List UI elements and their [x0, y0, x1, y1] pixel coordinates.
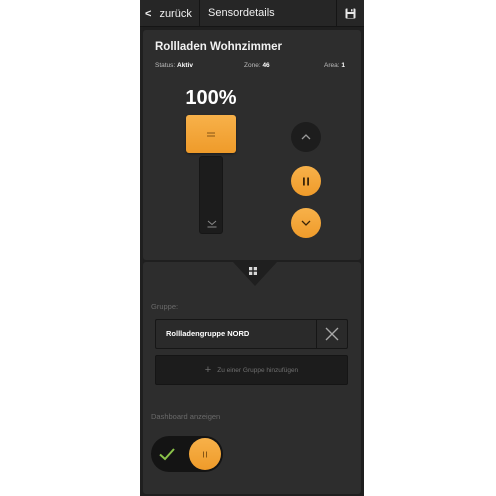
grip-icon	[207, 132, 215, 136]
group-name: Rollladengruppe NORD	[166, 329, 250, 338]
group-entry: Rollladengruppe NORD	[155, 319, 348, 349]
add-to-group-button[interactable]: + Zu einer Gruppe hinzufügen	[155, 355, 348, 385]
shutter-slider-track[interactable]	[199, 156, 223, 234]
checkmark-icon	[159, 448, 175, 461]
status-value: Aktiv	[177, 62, 193, 69]
back-button[interactable]: < zurück	[140, 0, 200, 27]
chevron-left-icon: <	[145, 7, 152, 20]
page-title: Sensordetails	[208, 7, 275, 19]
toggle-knob[interactable]	[189, 438, 221, 470]
position-percent: 100%	[185, 87, 237, 109]
device-name: Rollladen Wohnzimmer	[155, 41, 282, 53]
device-control-card: Rollladen Wohnzimmer Status: Aktiv Zone:…	[143, 30, 361, 260]
back-label: zurück	[159, 7, 192, 20]
zone-info: Zone: 46	[244, 62, 270, 69]
shutter-down-button[interactable]	[291, 208, 321, 238]
floppy-disk-icon	[345, 8, 356, 19]
grip-icon	[203, 451, 207, 457]
dashboard-toggle[interactable]	[151, 436, 223, 472]
add-to-group-label: Zu einer Gruppe hinzufügen	[217, 366, 299, 374]
device-settings-card: Gruppe: Rollladengruppe NORD + Zu einer …	[143, 262, 361, 494]
close-icon	[325, 327, 339, 341]
shutter-slider-handle[interactable]	[186, 115, 236, 153]
area-info: Area: 1	[324, 62, 345, 69]
slider-bottom-chevron-icon	[207, 220, 217, 228]
remove-group-button[interactable]	[316, 320, 347, 348]
area-value: 1	[341, 62, 345, 69]
zone-value: 46	[262, 62, 270, 69]
chevron-up-icon	[301, 134, 311, 140]
shutter-up-button[interactable]	[291, 122, 321, 152]
dashboard-section-label: Dashboard anzeigen	[151, 412, 221, 421]
area-label: Area:	[324, 62, 340, 69]
shutter-stop-button[interactable]	[291, 166, 321, 196]
plus-icon: +	[204, 364, 212, 376]
pause-icon	[303, 177, 309, 185]
status-info: Status: Aktiv	[155, 62, 193, 69]
grid-icon[interactable]	[248, 266, 258, 276]
top-bar: < zurück Sensordetails	[140, 0, 364, 27]
save-button[interactable]	[336, 0, 364, 27]
chevron-down-icon	[301, 220, 311, 226]
zone-label: Zone:	[244, 62, 261, 69]
group-section-label: Gruppe:	[151, 302, 179, 311]
status-label: Status:	[155, 62, 176, 69]
phone-screen: < zurück Sensordetails Rollladen Wohnzim…	[140, 0, 364, 496]
